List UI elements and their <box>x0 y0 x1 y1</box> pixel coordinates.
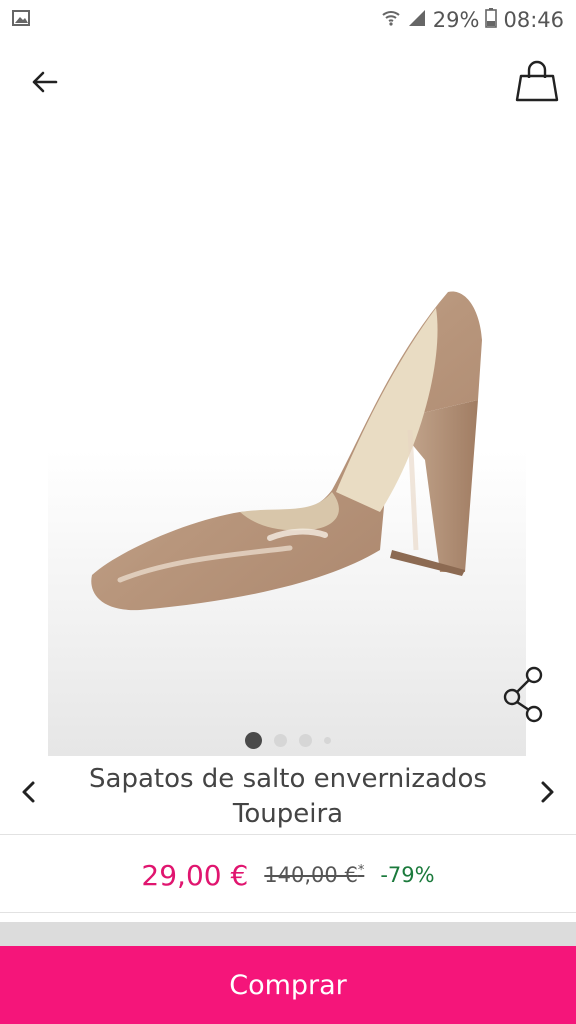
shopping-bag-icon <box>513 56 561 108</box>
divider <box>0 834 576 835</box>
battery-percent: 29% <box>432 8 480 32</box>
product-title-line2: Toupeira <box>232 799 344 829</box>
pagination-dot[interactable] <box>324 736 331 744</box>
image-icon <box>12 8 30 32</box>
share-button[interactable] <box>500 664 546 726</box>
divider <box>0 912 576 913</box>
top-bar <box>0 50 576 120</box>
current-price: 29,00 € <box>141 858 249 892</box>
original-price-value: 140,00 € <box>264 863 358 887</box>
product-title-row: Sapatos de salto envernizados Toupeira <box>0 760 576 834</box>
product-image[interactable] <box>80 280 500 640</box>
buy-button[interactable]: Comprar <box>0 946 576 1024</box>
product-title-line1: Sapatos de salto envernizados <box>89 764 487 794</box>
back-button[interactable] <box>22 62 66 106</box>
image-pagination <box>0 728 576 752</box>
battery-icon <box>485 7 498 33</box>
clock: 08:46 <box>503 8 564 32</box>
chevron-left-icon <box>19 778 39 813</box>
previous-product-button[interactable] <box>14 778 44 814</box>
next-product-button[interactable] <box>532 778 562 814</box>
price-row: 29,00 € 140,00 €* -79% <box>0 850 576 900</box>
original-price: 140,00 €* <box>264 863 364 887</box>
original-price-mark: * <box>357 863 365 878</box>
pagination-dot[interactable] <box>299 733 312 747</box>
cart-button[interactable] <box>512 56 562 108</box>
status-bar: 29% 08:46 <box>0 0 576 40</box>
discount-badge: -79% <box>380 863 435 887</box>
pagination-dot[interactable] <box>274 733 287 747</box>
back-arrow-icon <box>29 67 59 101</box>
wifi-icon <box>381 8 401 33</box>
chevron-right-icon <box>537 778 557 813</box>
signal-icon <box>407 8 427 33</box>
product-title: Sapatos de salto envernizados Toupeira <box>60 762 516 832</box>
pagination-dot-active[interactable] <box>245 731 262 749</box>
